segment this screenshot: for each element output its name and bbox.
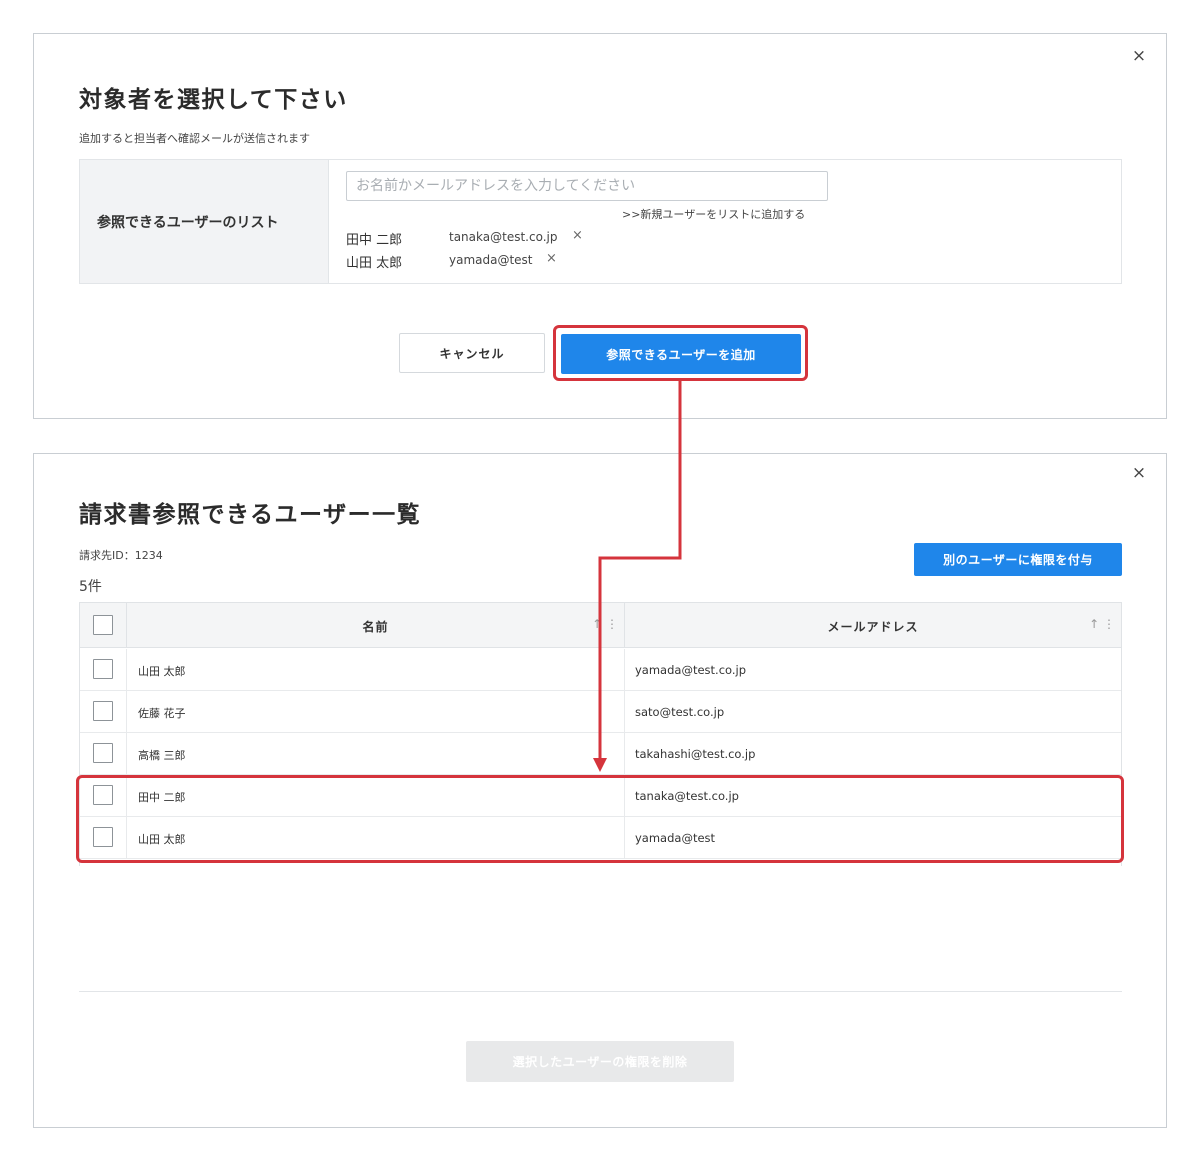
table-row[interactable]: 高橋 三郎 takahashi@test.co.jp (80, 733, 1121, 775)
remove-icon[interactable]: × (572, 228, 583, 243)
cell-divider (624, 733, 625, 775)
selected-user-email: yamada@test (449, 253, 533, 267)
user-name-cell: 佐藤 花子 (138, 707, 186, 720)
user-name-cell: 高橋 三郎 (138, 749, 186, 762)
header-check-cell (80, 603, 126, 647)
cell-divider (126, 733, 127, 775)
user-email-cell: yamada@test.co.jp (635, 663, 746, 677)
user-list-form: 参照できるユーザーのリスト >>新規ユーザーをリストに追加する 田中 二郎 ta… (79, 159, 1122, 284)
grant-permission-button[interactable]: 別のユーザーに権限を付与 (914, 543, 1122, 576)
add-users-button[interactable]: 参照できるユーザーを追加 (561, 334, 801, 374)
added-rows-highlight (76, 775, 1124, 863)
column-label: メールアドレス (827, 620, 919, 634)
row-checkbox[interactable] (93, 701, 113, 721)
billing-id-label: 請求先ID：1234 (79, 549, 163, 562)
table-row[interactable]: 山田 太郎 yamada@test.co.jp (80, 649, 1121, 691)
table-row[interactable]: 佐藤 花子 sato@test.co.jp (80, 691, 1121, 733)
delete-permission-button[interactable]: 選択したユーザーの権限を削除 (466, 1041, 734, 1082)
selected-user-name: 田中 二郎 (346, 233, 403, 248)
row-checkbox[interactable] (93, 659, 113, 679)
select-users-dialog: × 対象者を選択して下さい 追加すると担当者へ確認メールが送信されます 参照でき… (33, 33, 1167, 419)
form-label: 参照できるユーザーのリスト (97, 215, 279, 231)
dialog-title: 対象者を選択して下さい (79, 87, 348, 113)
cancel-button[interactable]: キャンセル (399, 333, 545, 373)
footer-divider (79, 991, 1122, 992)
close-icon[interactable]: × (1130, 464, 1148, 482)
user-search-input[interactable] (346, 171, 828, 201)
sort-menu-icon[interactable]: ↑ ⋮ (1089, 617, 1115, 631)
selected-user-name: 山田 太郎 (346, 256, 403, 271)
cell-divider (126, 691, 127, 733)
selected-user-email: tanaka@test.co.jp (449, 230, 558, 244)
result-count: 5件 (79, 579, 102, 595)
table-header: 名前 ↑ ⋮ メールアドレス ↑ ⋮ (80, 603, 1121, 648)
dialog-subtitle: 追加すると担当者へ確認メールが送信されます (79, 132, 310, 145)
user-email-cell: takahashi@test.co.jp (635, 747, 756, 761)
cell-divider (624, 649, 625, 691)
column-header-email[interactable]: メールアドレス ↑ ⋮ (624, 603, 1121, 648)
row-checkbox[interactable] (93, 743, 113, 763)
column-header-name[interactable]: 名前 ↑ ⋮ (126, 603, 624, 648)
user-email-cell: sato@test.co.jp (635, 705, 725, 719)
cell-divider (624, 691, 625, 733)
select-all-checkbox[interactable] (93, 615, 113, 635)
form-label-cell: 参照できるユーザーのリスト (80, 160, 329, 283)
close-icon[interactable]: × (1130, 47, 1148, 65)
cell-divider (126, 649, 127, 691)
dialog-title: 請求書参照できるユーザー一覧 (79, 502, 422, 528)
add-new-user-link[interactable]: >>新規ユーザーをリストに追加する (622, 206, 805, 222)
sort-menu-icon[interactable]: ↑ ⋮ (592, 617, 618, 631)
remove-icon[interactable]: × (546, 251, 557, 266)
user-name-cell: 山田 太郎 (138, 665, 186, 678)
column-label: 名前 (362, 620, 389, 634)
